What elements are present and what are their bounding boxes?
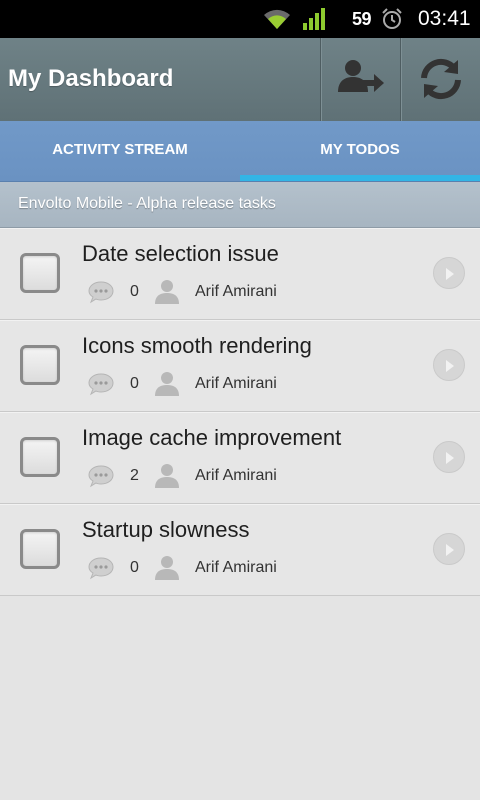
status-bar: 59 03:41 (0, 0, 480, 38)
task-title: Icons smooth rendering (82, 333, 312, 358)
tab-bar: ACTIVITY STREAM MY TODOS (0, 121, 480, 182)
comment-count: 0 (130, 375, 139, 392)
tab-activity-stream[interactable]: ACTIVITY STREAM (0, 121, 240, 181)
page-title: My Dashboard (8, 65, 174, 92)
action-bar: My Dashboard (0, 38, 480, 121)
battery-level: 59 (352, 9, 372, 29)
person-icon (154, 462, 180, 493)
refresh-icon (421, 58, 461, 100)
open-task-button[interactable] (433, 257, 465, 289)
comment-count: 0 (130, 559, 139, 576)
task-list: Date selection issue 0 Arif Amirani Icon… (0, 228, 480, 596)
person-icon (154, 370, 180, 401)
list-item[interactable]: Icons smooth rendering 0 Arif Amirani (0, 320, 480, 412)
list-item[interactable]: Startup slowness 0 Arif Amirani (0, 504, 480, 596)
person-icon (154, 278, 180, 309)
comment-count: 2 (130, 467, 139, 484)
tab-label: ACTIVITY STREAM (52, 141, 188, 158)
comment-icon (88, 280, 114, 309)
account-switch-icon (338, 60, 384, 92)
chevron-right-icon (446, 268, 454, 280)
active-tab-indicator (240, 175, 480, 181)
chevron-right-icon (446, 452, 454, 464)
account-switch-button[interactable] (320, 38, 400, 121)
section-title: Envolto Mobile - Alpha release tasks (18, 195, 276, 212)
list-item[interactable]: Image cache improvement 2 Arif Amirani (0, 412, 480, 504)
refresh-button[interactable] (400, 38, 480, 121)
tab-my-todos[interactable]: MY TODOS (240, 121, 480, 181)
wifi-icon (262, 7, 292, 36)
person-icon (154, 554, 180, 585)
open-task-button[interactable] (433, 441, 465, 473)
assignee-name: Arif Amirani (195, 375, 277, 392)
task-title: Startup slowness (82, 517, 250, 542)
clock: 03:41 (418, 7, 471, 30)
chevron-right-icon (446, 360, 454, 372)
assignee-name: Arif Amirani (195, 467, 277, 484)
task-checkbox[interactable] (20, 253, 60, 293)
signal-icon (302, 7, 328, 36)
task-checkbox[interactable] (20, 529, 60, 569)
task-title: Date selection issue (82, 241, 279, 266)
chevron-right-icon (446, 544, 454, 556)
comment-icon (88, 372, 114, 401)
open-task-button[interactable] (433, 349, 465, 381)
open-task-button[interactable] (433, 533, 465, 565)
section-header: Envolto Mobile - Alpha release tasks (0, 182, 480, 228)
task-checkbox[interactable] (20, 345, 60, 385)
list-item[interactable]: Date selection issue 0 Arif Amirani (0, 228, 480, 320)
task-checkbox[interactable] (20, 437, 60, 477)
alarm-icon (380, 7, 404, 36)
comment-icon (88, 464, 114, 493)
assignee-name: Arif Amirani (195, 283, 277, 300)
assignee-name: Arif Amirani (195, 559, 277, 576)
comment-count: 0 (130, 283, 139, 300)
comment-icon (88, 556, 114, 585)
tab-label: MY TODOS (320, 141, 400, 158)
task-title: Image cache improvement (82, 425, 342, 450)
